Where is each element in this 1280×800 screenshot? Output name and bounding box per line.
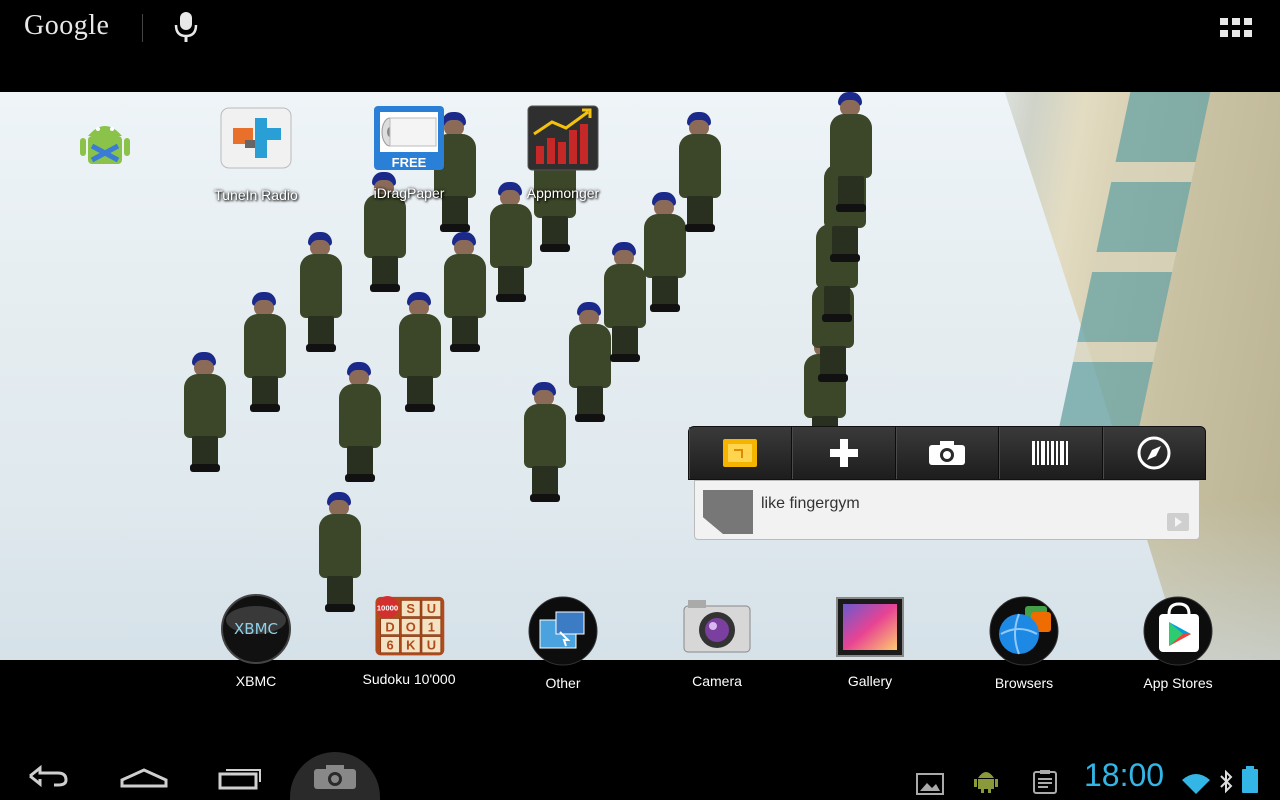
wallpaper-soldier	[240, 292, 290, 412]
quick-note-widget: like fingergym	[688, 426, 1206, 542]
app-label: Gallery	[847, 673, 893, 689]
app-label: Sudoku 10'000	[362, 671, 456, 687]
sudoku-tile: O	[406, 619, 416, 634]
all-apps-grid-icon[interactable]	[1220, 18, 1254, 40]
compass-icon	[1137, 436, 1171, 470]
sudoku-tile: U	[427, 601, 436, 616]
wallpaper-soldier	[180, 352, 230, 472]
note-thumbnail	[703, 490, 753, 534]
tunein-radio-shortcut[interactable]: TuneIn Radio	[196, 106, 316, 203]
xbmc-shortcut[interactable]: XBMC XBMC	[196, 592, 316, 689]
sudoku-tile: D	[385, 619, 394, 634]
sudoku-tile: K	[406, 637, 416, 652]
widget-toolbar	[688, 426, 1206, 480]
picture-notification-icon[interactable]	[916, 766, 944, 800]
app-stores-folder-icon	[1143, 596, 1213, 666]
system-navigation-bar: 18:00	[0, 752, 1280, 800]
camera-app-icon	[683, 600, 751, 653]
screenshot-button[interactable]	[290, 752, 380, 800]
wallpaper-soldier	[296, 232, 346, 352]
sudoku-shortcut[interactable]: S U D O 1 6 K U 10000 Sudoku 10'000	[349, 590, 469, 687]
play-arrow-icon[interactable]	[1167, 513, 1189, 531]
browsers-folder-icon	[989, 596, 1059, 666]
android-notification-icon[interactable]	[972, 762, 1000, 798]
gallery-icon	[836, 597, 904, 657]
free-badge: FREE	[392, 155, 427, 170]
wallpaper-soldier	[335, 362, 385, 482]
app-label: Browsers	[994, 675, 1054, 691]
note-text: like fingergym	[761, 495, 860, 512]
note-icon	[723, 439, 758, 467]
widget-camera-button[interactable]	[896, 427, 1000, 479]
sudoku-tile: U	[427, 637, 436, 652]
app-label: XBMC	[235, 673, 277, 689]
browsers-folder-shortcut[interactable]: Browsers	[964, 594, 1084, 691]
back-icon[interactable]	[24, 758, 72, 794]
search-bar-divider	[142, 14, 143, 42]
mic-icon[interactable]	[172, 10, 200, 44]
widget-add-button[interactable]	[792, 427, 896, 479]
battery-icon	[1242, 766, 1258, 793]
tunein-radio-icon	[220, 107, 292, 169]
sudoku-badge: 10000	[377, 604, 399, 613]
widget-barcode-button[interactable]	[999, 427, 1103, 479]
sudoku-tile: 1	[428, 619, 435, 634]
gallery-shortcut[interactable]: Gallery	[810, 592, 930, 689]
wallpaper-soldier	[826, 92, 876, 212]
wallpaper-soldier	[675, 112, 725, 232]
toilet-paper-icon: FREE	[374, 106, 444, 170]
home-wallpaper	[0, 92, 1280, 660]
wifi-icon	[1182, 774, 1210, 794]
widget-compass-button[interactable]	[1103, 427, 1205, 479]
wallpaper-soldier	[520, 382, 570, 502]
app-label: TuneIn Radio	[214, 187, 298, 203]
plus-icon	[829, 439, 858, 467]
clock[interactable]: 18:00	[1084, 757, 1164, 794]
app-label: Other	[545, 675, 581, 691]
wallpaper-soldier	[440, 232, 490, 352]
screenshot-camera-icon	[314, 765, 356, 789]
xbmc-icon: XBMC	[221, 594, 291, 664]
barcode-icon	[1032, 441, 1069, 465]
sudoku-icon: S UD O 16 K U10000	[375, 596, 445, 656]
google-search-logo[interactable]: Google	[24, 10, 109, 42]
app-label: App Stores	[1143, 675, 1213, 691]
other-folder-shortcut[interactable]: Other	[503, 594, 623, 691]
app-stores-folder-shortcut[interactable]: App Stores	[1118, 594, 1238, 691]
app-label: Appmonger	[526, 185, 600, 201]
camera-icon	[929, 441, 966, 465]
clipboard-notification-icon[interactable]	[1032, 764, 1058, 800]
recent-apps-icon[interactable]	[216, 758, 266, 794]
android-app-icon	[80, 126, 130, 164]
widget-new-note-button[interactable]	[689, 427, 793, 479]
bar-chart-icon	[527, 105, 599, 171]
camera-app-shortcut[interactable]: Camera	[657, 592, 777, 689]
idragpaper-shortcut[interactable]: FREE iDragPaper	[349, 104, 469, 201]
bluetooth-icon	[1220, 769, 1233, 794]
widget-note-card[interactable]: like fingergym	[694, 480, 1200, 540]
xbmc-logo-text: XBMC	[234, 620, 278, 638]
folder-other-icon	[528, 596, 598, 666]
sudoku-tile: S	[406, 601, 415, 616]
app-label: Camera	[692, 673, 742, 689]
android-app-shortcut[interactable]	[45, 112, 165, 193]
wallpaper-soldier	[395, 292, 445, 412]
sudoku-tile: 6	[386, 637, 393, 652]
home-icon[interactable]	[118, 758, 170, 794]
google-search-bar: Google	[0, 0, 1280, 92]
appmonger-shortcut[interactable]: Appmonger	[503, 104, 623, 201]
app-label: iDragPaper	[373, 185, 445, 201]
